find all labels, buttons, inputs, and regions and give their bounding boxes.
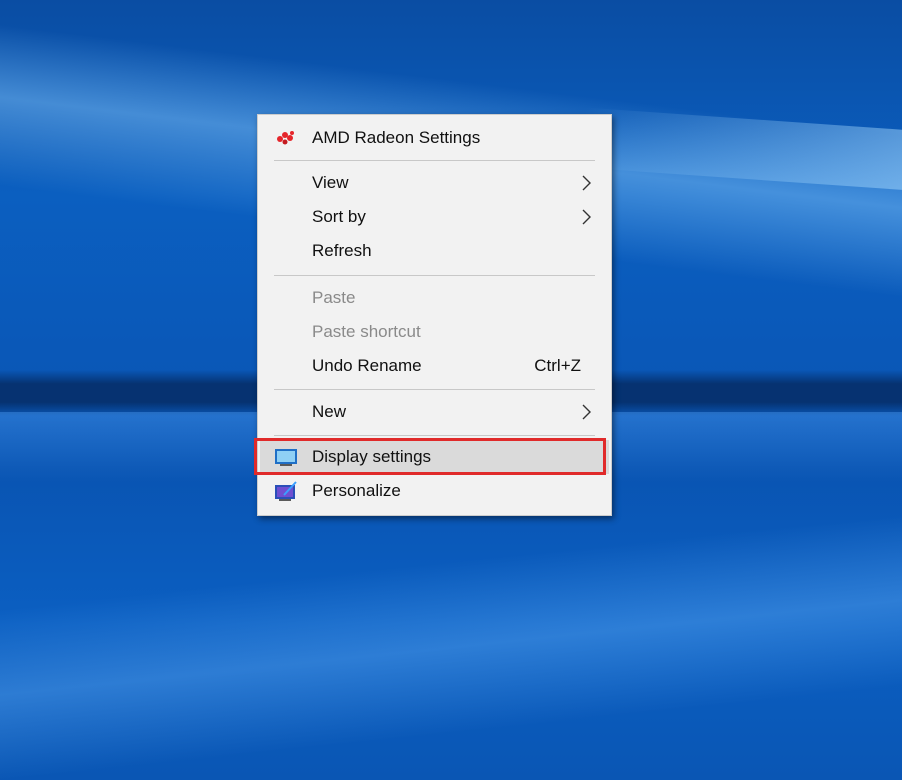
menu-item-label: AMD Radeon Settings xyxy=(312,128,481,147)
wallpaper-light-streak xyxy=(580,107,902,193)
menu-item-display-settings[interactable]: Display settings xyxy=(260,440,609,474)
menu-item-label: Personalize xyxy=(312,481,401,500)
chevron-right-icon xyxy=(577,174,595,192)
menu-item-new[interactable]: New xyxy=(260,395,609,429)
menu-item-label: Sort by xyxy=(312,207,366,226)
menu-item-personalize[interactable]: Personalize xyxy=(260,474,609,508)
desktop-context-menu: AMD Radeon Settings View Sort by Refresh… xyxy=(257,114,612,516)
menu-item-label: Paste xyxy=(312,288,356,307)
menu-separator xyxy=(274,435,595,436)
display-icon xyxy=(274,446,298,468)
menu-item-refresh[interactable]: Refresh xyxy=(260,234,609,268)
menu-item-label: Undo Rename xyxy=(312,356,422,375)
amd-radeon-icon xyxy=(274,127,298,149)
chevron-right-icon xyxy=(577,403,595,421)
menu-item-label: Refresh xyxy=(312,241,372,260)
menu-separator xyxy=(274,275,595,276)
personalize-icon xyxy=(274,480,298,502)
menu-item-label: Paste shortcut xyxy=(312,322,421,341)
menu-item-label: Display settings xyxy=(312,447,432,466)
menu-item-label: New xyxy=(312,402,347,421)
menu-item-paste-shortcut: Paste shortcut xyxy=(260,315,609,349)
menu-separator xyxy=(274,160,595,161)
menu-item-undo-rename[interactable]: Undo Rename Ctrl+Z xyxy=(260,349,609,383)
desktop-background[interactable]: AMD Radeon Settings View Sort by Refresh… xyxy=(0,0,902,780)
menu-item-view[interactable]: View xyxy=(260,166,609,200)
wallpaper-light-beam-bottom xyxy=(0,494,902,780)
keyboard-shortcut: Ctrl+Z xyxy=(534,356,581,375)
menu-separator xyxy=(274,389,595,390)
chevron-right-icon xyxy=(577,208,595,226)
menu-item-label: View xyxy=(312,173,349,192)
menu-item-sort-by[interactable]: Sort by xyxy=(260,200,609,234)
menu-item-amd-radeon-settings[interactable]: AMD Radeon Settings xyxy=(260,121,609,155)
menu-item-paste: Paste xyxy=(260,281,609,315)
